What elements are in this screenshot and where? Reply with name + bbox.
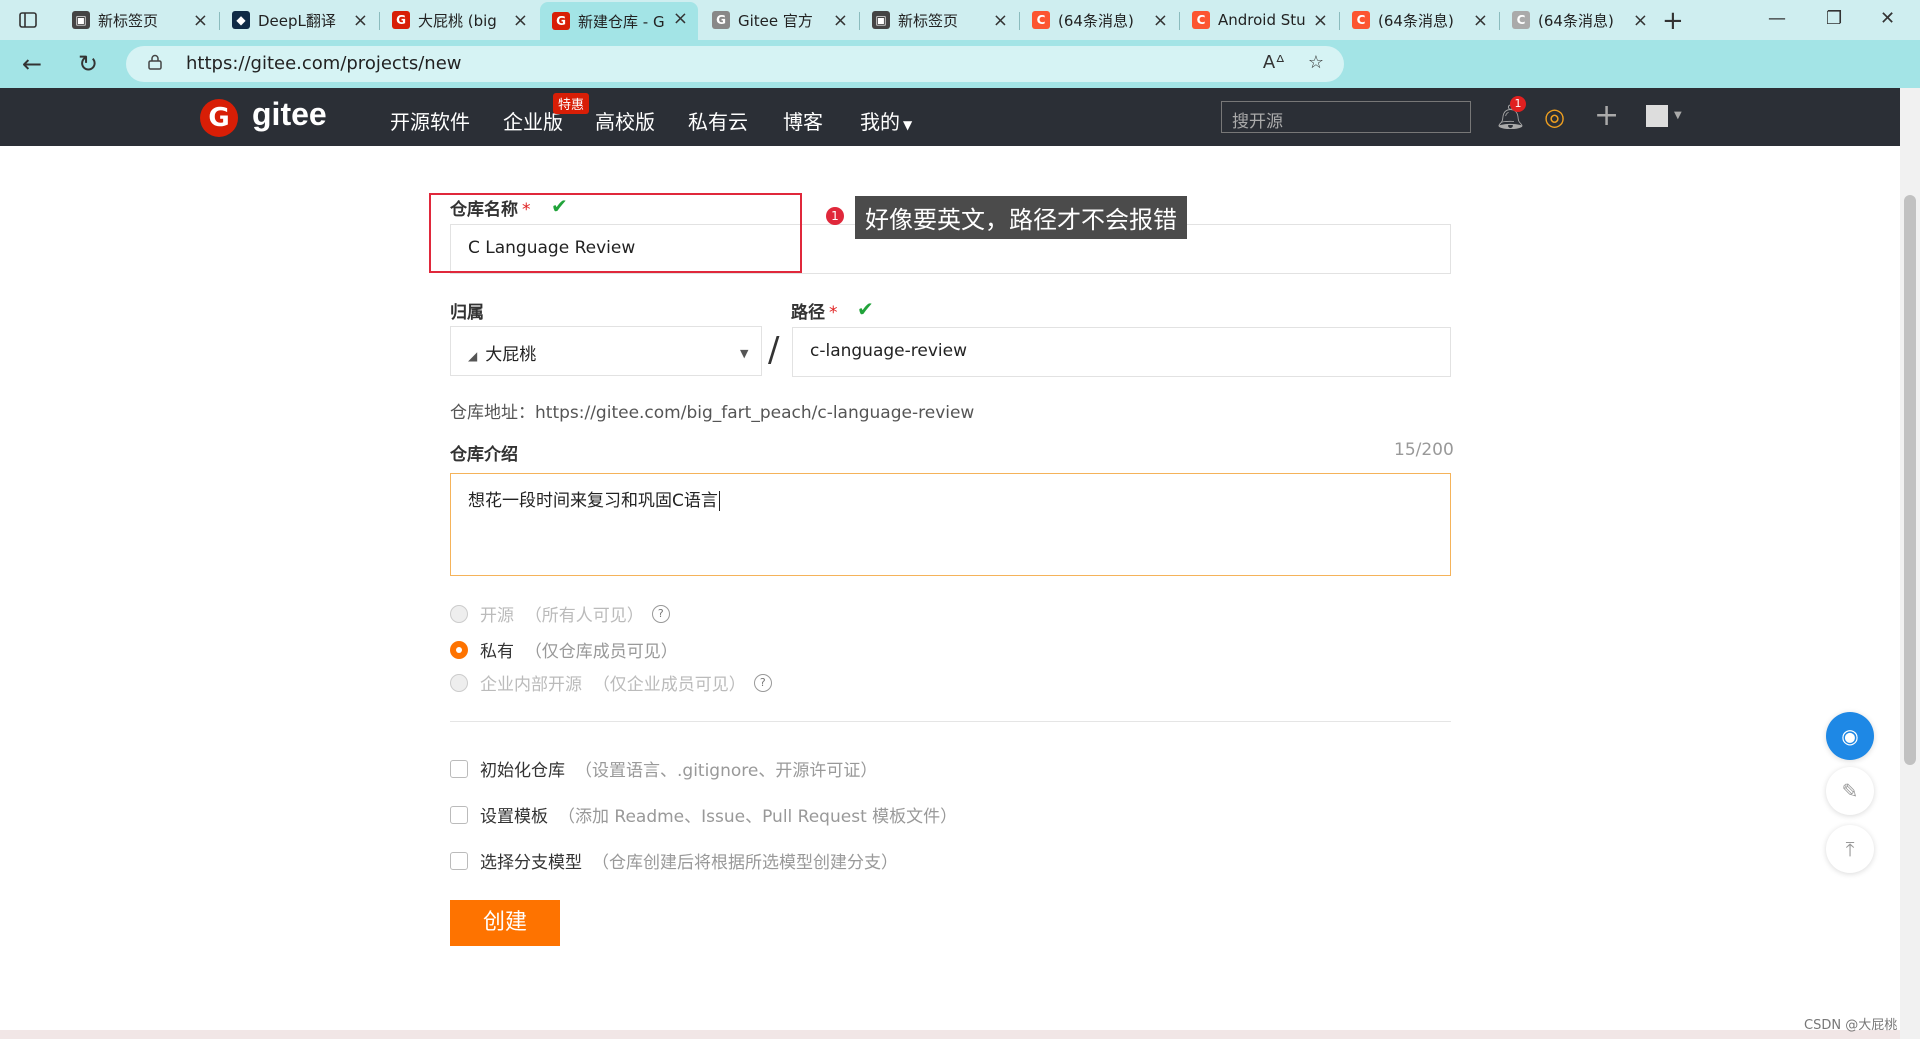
close-tab-icon[interactable]: × [1153, 10, 1168, 31]
intro-char-counter: 15/200 [1394, 440, 1454, 460]
assistant-float-icon[interactable]: ◉ [1826, 712, 1874, 760]
gitee-logo-text[interactable]: gitee [252, 96, 327, 133]
tab[interactable]: C (64条消息) × [1020, 4, 1178, 36]
gitee-icon: G [392, 11, 410, 29]
template-option[interactable]: 设置模板 （添加 Readme、Issue、Pull Request 模板文件） [450, 802, 957, 827]
restore-icon[interactable]: ❐ [1826, 8, 1842, 29]
visibility-private-option[interactable]: 私有 （仅仓库成员可见） [450, 637, 678, 662]
repo-address: 仓库地址：https://gitee.com/big_fart_peach/c-… [450, 403, 975, 423]
owner-select[interactable]: ◢ 大屁桃 [450, 326, 762, 376]
feedback-edit-icon[interactable]: ✎ [1826, 767, 1874, 815]
scrollbar-thumb[interactable] [1904, 195, 1916, 765]
address-bar-row: ← ↻ https://gitee.com/projects/new Aᐞ ☆ … [0, 40, 1920, 118]
close-tab-icon[interactable]: × [993, 10, 1008, 31]
lightbulb-icon[interactable]: ◎ [1544, 103, 1565, 131]
search-input[interactable]: 搜开源 [1221, 101, 1471, 133]
tab-actions-icon[interactable] [18, 10, 38, 30]
path-separator: / [768, 330, 780, 370]
newtab-icon: ▣ [872, 11, 890, 29]
path-label: 路径 * [791, 303, 838, 323]
tab[interactable]: C Android Stu × [1180, 4, 1338, 36]
nav-education[interactable]: 高校版 [595, 106, 655, 135]
chevron-down-icon: ▼ [740, 347, 749, 360]
radio-open[interactable] [450, 604, 468, 623]
bottom-strip [0, 1030, 1900, 1039]
url-text: https://gitee.com/projects/new [186, 53, 462, 74]
close-tab-icon[interactable]: × [353, 10, 368, 31]
favorite-star-icon[interactable]: ☆ [1308, 52, 1324, 73]
annotation-number: 1 [826, 207, 844, 225]
close-tab-icon[interactable]: × [1633, 10, 1648, 31]
tab[interactable]: C (64条消息) × [1340, 4, 1498, 36]
csdn-watermark: CSDN @大屁桃 [1804, 1018, 1898, 1033]
close-tab-icon[interactable]: × [513, 10, 528, 31]
template-checkbox[interactable] [450, 805, 468, 824]
init-repo-checkbox[interactable] [450, 759, 468, 778]
deepl-icon: ◆ [232, 11, 250, 29]
newtab-icon: ▣ [72, 11, 90, 29]
csdn-gray-icon: C [1512, 11, 1530, 29]
tab[interactable]: C (64条消息) × [1500, 4, 1658, 36]
back-arrow-icon[interactable]: ← [22, 50, 42, 78]
chevron-down-icon: ▼ [903, 118, 913, 132]
visibility-internal-option[interactable]: 企业内部开源 （仅企业成员可见） ? [450, 670, 772, 695]
branch-model-checkbox[interactable] [450, 851, 468, 870]
gitee-header: G gitee 开源软件 企业版 特惠 高校版 私有云 博客 我的 ▼ 搜开源 🔔… [0, 88, 1900, 146]
nav-private-cloud[interactable]: 私有云 [688, 106, 748, 135]
close-tab-icon[interactable]: × [1473, 10, 1488, 31]
user-menu-chevron-icon[interactable]: ▼ [1674, 110, 1682, 121]
tab-active[interactable]: G 新建仓库 - G × [540, 2, 698, 40]
tab[interactable]: ◆ DeepL翻译 × [220, 4, 378, 36]
create-button[interactable]: 创建 [450, 900, 560, 946]
read-aloud-icon[interactable]: Aᐞ [1263, 52, 1285, 73]
close-tab-icon[interactable]: × [673, 8, 688, 29]
divider [450, 721, 1451, 722]
valid-check-icon: ✔ [857, 297, 874, 321]
intro-label: 仓库介绍 [450, 445, 518, 465]
owner-label: 归属 [450, 303, 484, 323]
refresh-icon[interactable]: ↻ [78, 50, 98, 78]
gitee-icon: G [552, 12, 570, 30]
tab[interactable]: G Gitee 官方 × [700, 4, 858, 36]
minimize-icon[interactable]: — [1768, 8, 1786, 29]
visibility-open-option[interactable]: 开源 （所有人可见） ? [450, 601, 670, 626]
back-to-top-icon[interactable]: ⤒ [1826, 825, 1874, 873]
gitee-logo-icon[interactable]: G [200, 99, 238, 137]
close-tab-icon[interactable]: × [1313, 10, 1328, 31]
gitee-gray-icon: G [712, 11, 730, 29]
owner-avatar-icon: ◢ [468, 349, 478, 363]
radio-private[interactable] [450, 640, 468, 659]
help-question-icon[interactable]: ? [753, 673, 772, 692]
nav-open-source[interactable]: 开源软件 [390, 106, 470, 135]
close-tab-icon[interactable]: × [193, 10, 208, 31]
close-tab-icon[interactable]: × [833, 10, 848, 31]
nav-mine[interactable]: 我的 ▼ [860, 106, 912, 135]
csdn-icon: C [1352, 11, 1370, 29]
tab-strip: ▣ 新标签页 × ◆ DeepL翻译 × G 大屁桃 (big × G 新建仓库 - G × G… [0, 0, 1920, 40]
plus-icon[interactable]: + [1594, 98, 1619, 133]
radio-internal[interactable] [450, 673, 468, 692]
tab[interactable]: G 大屁桃 (big × [380, 4, 538, 36]
csdn-icon: C [1032, 11, 1050, 29]
branch-model-option[interactable]: 选择分支模型 （仓库创建后将根据所选模型创建分支） [450, 848, 898, 873]
new-tab-plus-icon[interactable]: + [1662, 6, 1684, 36]
init-repo-option[interactable]: 初始化仓库 （设置语言、.gitignore、开源许可证） [450, 756, 877, 781]
csdn-icon: C [1192, 11, 1210, 29]
notification-count-badge: 1 [1510, 96, 1526, 112]
url-field[interactable]: https://gitee.com/projects/new Aᐞ ☆ [126, 46, 1344, 82]
annotation-note: 好像要英文，路径才不会报错 [855, 196, 1187, 239]
user-avatar[interactable] [1646, 105, 1668, 127]
intro-textarea[interactable]: 想花一段时间来复习和巩固C语言 [450, 473, 1451, 576]
special-offer-badge: 特惠 [553, 93, 590, 114]
annotation-highlight-box [429, 193, 802, 273]
tab[interactable]: ▣ 新标签页 × [60, 4, 218, 36]
help-question-icon[interactable]: ? [651, 604, 670, 623]
nav-blog[interactable]: 博客 [783, 106, 823, 135]
lock-icon [148, 54, 162, 70]
path-input[interactable]: c-language-review [792, 327, 1451, 377]
tab[interactable]: ▣ 新标签页 × [860, 4, 1018, 36]
close-window-icon[interactable]: ✕ [1880, 8, 1895, 29]
